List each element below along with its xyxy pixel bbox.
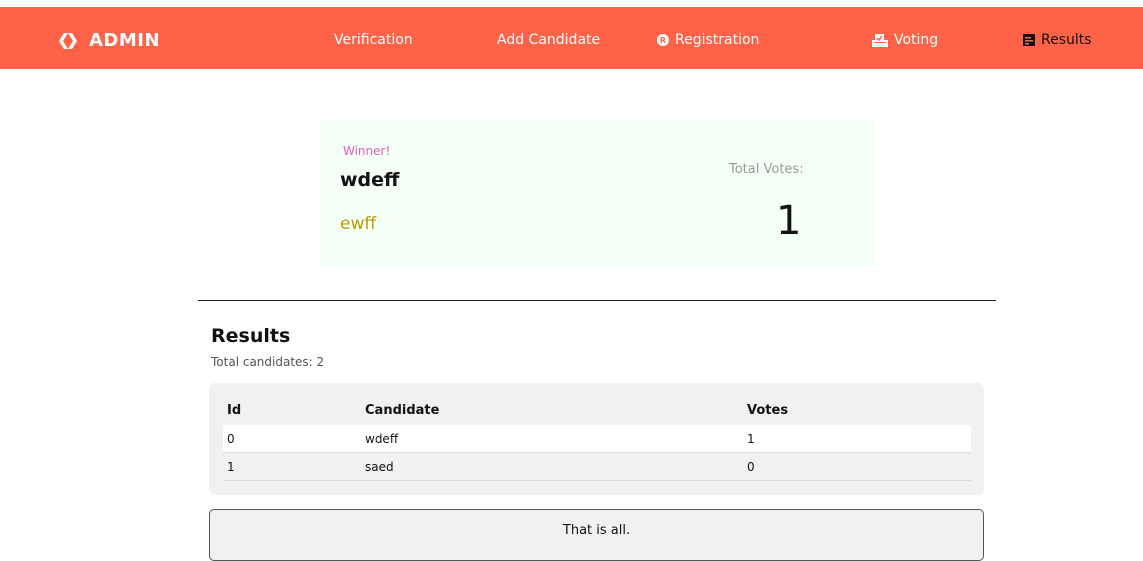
nav-verification[interactable]: Verification [334, 32, 413, 48]
table-row: 1 saed 0 [223, 452, 971, 481]
nav-registration[interactable]: R Registration [657, 32, 759, 48]
double-chevron-icon [59, 32, 81, 49]
winner-card: Winner! wdeff ewff Total Votes: 1 [320, 120, 874, 267]
cell-votes: 0 [743, 452, 971, 481]
table-header-row: Id Candidate Votes [223, 395, 971, 425]
cell-candidate: saed [361, 452, 743, 481]
brand-label: ADMIN [89, 30, 161, 51]
total-votes-label: Total Votes: [729, 162, 804, 177]
nav-add-candidate-label: Add Candidate [497, 32, 601, 48]
ballot-box-icon [872, 33, 888, 47]
cell-votes: 1 [743, 425, 971, 453]
end-of-results-box: That is all. [209, 509, 984, 561]
cell-candidate: wdeff [361, 425, 743, 453]
header-candidate: Candidate [365, 402, 440, 418]
nav-registration-label: Registration [675, 32, 760, 48]
poll-icon [1023, 34, 1035, 46]
winner-name: wdeff [340, 169, 400, 191]
results-heading: Results [211, 325, 291, 347]
winner-party: ewff [340, 214, 377, 234]
nav-add-candidate[interactable]: Add Candidate [497, 32, 600, 48]
section-divider [198, 300, 996, 301]
nav-results[interactable]: Results [1023, 32, 1092, 48]
nav-results-label: Results [1041, 32, 1092, 48]
end-of-results-text: That is all. [562, 523, 631, 538]
winner-label: Winner! [343, 144, 391, 158]
cell-id: 0 [223, 425, 361, 453]
nav-verification-label: Verification [334, 32, 413, 48]
table-row: 0 wdeff 1 [223, 425, 971, 453]
top-navbar: ADMIN Verification Add Candidate R Regis… [0, 7, 1143, 69]
cell-id: 1 [223, 452, 361, 481]
header-id: Id [227, 402, 242, 418]
nav-voting-label: Voting [894, 32, 939, 48]
candidate-count: Total candidates: 2 [211, 355, 325, 369]
brand-link[interactable]: ADMIN [59, 30, 160, 51]
header-votes: Votes [747, 402, 789, 418]
window-top-edge [0, 0, 1143, 7]
total-votes-value: 1 [776, 198, 802, 244]
results-table: Id Candidate Votes 0 wdeff 1 1 saed 0 [223, 395, 971, 481]
registered-icon: R [657, 34, 669, 46]
nav-voting[interactable]: Voting [872, 32, 938, 48]
svg-text:R: R [660, 36, 666, 45]
results-table-container: Id Candidate Votes 0 wdeff 1 1 saed 0 [209, 383, 984, 495]
